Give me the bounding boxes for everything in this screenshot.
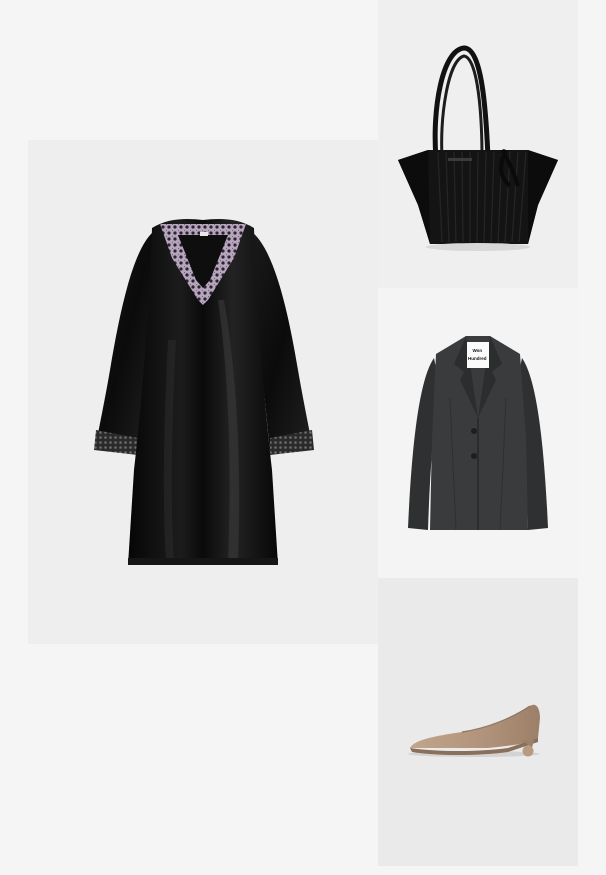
outfit-board: Won Hundred xyxy=(0,0,606,875)
charcoal-blazer-image: Won Hundred xyxy=(408,336,548,531)
blazer-label-line-2: Hundred xyxy=(468,356,487,361)
blazer-label-line-1: Won xyxy=(473,348,483,353)
shoe-heel-ball xyxy=(522,745,534,757)
blazer-inner-label xyxy=(467,342,489,368)
bag-tile[interactable] xyxy=(378,0,578,288)
dress-tile[interactable] xyxy=(28,140,378,644)
pleated-tote-bag-image xyxy=(398,45,558,251)
blazer-button-bottom xyxy=(471,453,477,459)
shoe-tile[interactable] xyxy=(378,578,578,866)
blazer-tile[interactable]: Won Hundred xyxy=(378,288,578,578)
blazer-button-top xyxy=(471,428,477,434)
satin-lace-dress-image xyxy=(94,218,314,565)
kitten-heel-pump-image xyxy=(408,704,540,757)
